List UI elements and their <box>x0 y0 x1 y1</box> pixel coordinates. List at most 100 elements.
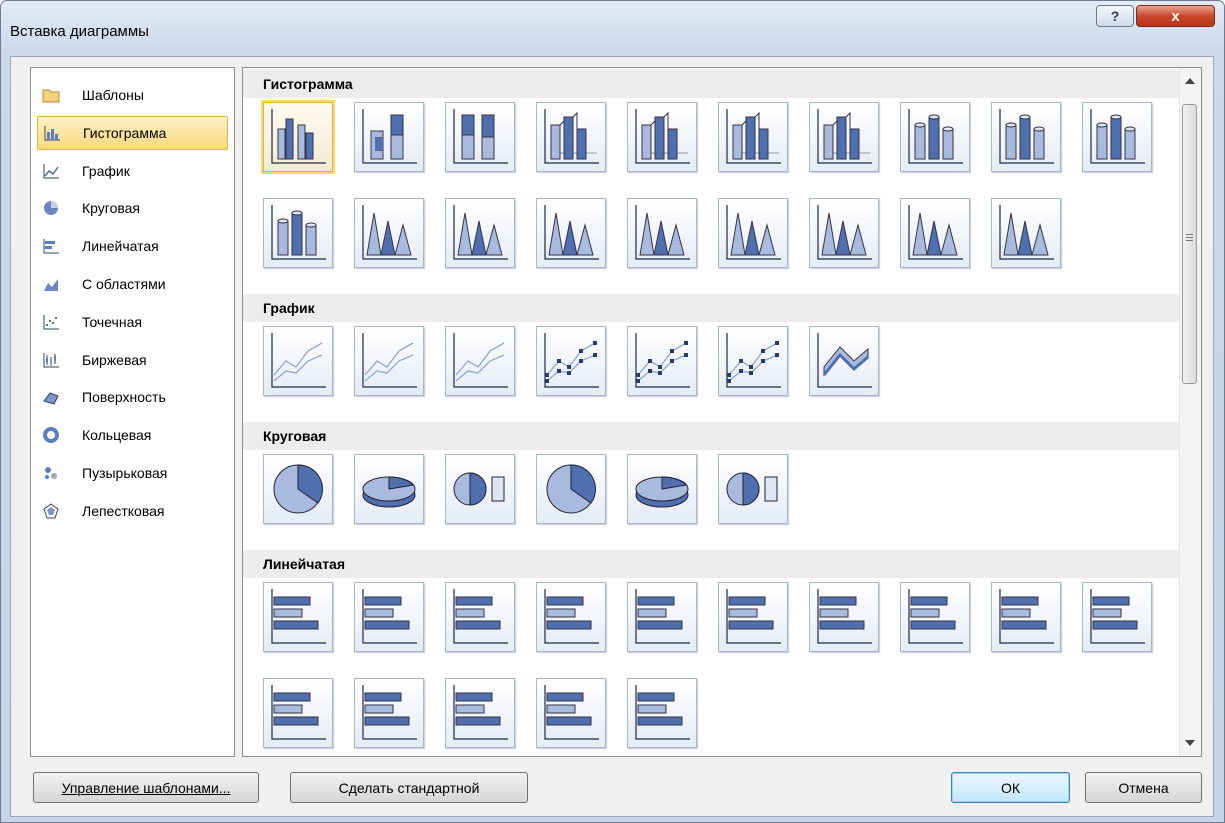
stacked-line-with-markers-chart-type[interactable] <box>627 326 697 396</box>
gallery-section-header: График <box>243 294 1181 322</box>
stacked-cone-chart-type[interactable] <box>445 198 515 268</box>
stacked-horizontal-pyramid-chart-type[interactable] <box>536 678 606 748</box>
category-item[interactable]: Линейчатая <box>37 229 228 263</box>
100-stacked-cone-icon <box>544 205 599 260</box>
100-stacked-cylinder-chart-type[interactable] <box>1082 102 1152 172</box>
category-item[interactable]: Кольцевая <box>37 418 228 452</box>
line-with-markers-chart-type[interactable] <box>536 326 606 396</box>
clustered-horizontal-pyramid-chart-type[interactable] <box>445 678 515 748</box>
3d-100-stacked-bar-chart-type[interactable] <box>718 582 788 652</box>
scroll-up-arrow-icon[interactable] <box>1185 78 1195 84</box>
3d-clustered-bar-icon <box>544 589 599 644</box>
100-stacked-horizontal-cylinder-chart-type[interactable] <box>991 582 1061 652</box>
set-default-button[interactable]: Сделать стандартной <box>290 772 528 803</box>
3d-pyramid-chart-type[interactable] <box>991 198 1061 268</box>
category-item[interactable]: График <box>37 154 228 188</box>
category-label: Поверхность <box>82 389 166 406</box>
stacked-line-chart-type[interactable] <box>354 326 424 396</box>
100-stacked-bar-icon <box>453 589 508 644</box>
pie-chart-type[interactable] <box>263 454 333 524</box>
help-icon: ? <box>1110 8 1120 24</box>
clustered-horizontal-cone-chart-type[interactable] <box>1082 582 1152 652</box>
exploded-pie-chart-type[interactable] <box>536 454 606 524</box>
3d-100-stacked-column-chart-type[interactable] <box>718 102 788 172</box>
insert-chart-dialog: Вставка диаграммы ? x Шаблоны Гистограмма… <box>0 0 1225 823</box>
3d-line-chart-type[interactable] <box>809 326 879 396</box>
3d-stacked-column-chart-type[interactable] <box>627 102 697 172</box>
stacked-column-chart-type[interactable] <box>354 102 424 172</box>
3d-cylinder-icon <box>271 205 326 260</box>
category-item[interactable]: С областями <box>37 267 228 301</box>
help-button[interactable]: ? <box>1096 5 1134 27</box>
line-chart-type[interactable] <box>263 326 333 396</box>
3d-cylinder-chart-type[interactable] <box>263 198 333 268</box>
clustered-horizontal-cylinder-icon <box>817 589 872 644</box>
clustered-bar-chart-type[interactable] <box>263 582 333 652</box>
stacked-bar-chart-type[interactable] <box>354 582 424 652</box>
bubble-chart-icon <box>42 465 60 481</box>
category-item[interactable]: Круговая <box>37 191 228 225</box>
3d-clustered-bar-chart-type[interactable] <box>536 582 606 652</box>
stacked-horizontal-cone-icon <box>271 685 326 740</box>
clustered-column-chart-type[interactable] <box>263 102 333 172</box>
ok-button[interactable]: ОК <box>951 772 1070 803</box>
line-chart-icon <box>42 163 60 179</box>
scroll-thumb[interactable] <box>1182 104 1197 384</box>
stacked-cylinder-chart-type[interactable] <box>991 102 1061 172</box>
category-item[interactable]: Точечная <box>37 305 228 339</box>
close-button[interactable]: x <box>1136 5 1215 27</box>
title-bar[interactable]: Вставка диаграммы ? x <box>1 1 1224 63</box>
category-item[interactable]: Гистограмма <box>37 115 228 150</box>
gallery-scrollbar[interactable] <box>1179 68 1201 756</box>
category-item[interactable]: Поверхность <box>37 380 228 414</box>
bar-of-pie-chart-type[interactable] <box>718 454 788 524</box>
100-stacked-pyramid-icon <box>908 205 963 260</box>
category-item[interactable]: Пузырьковая <box>37 456 228 490</box>
stacked-pyramid-chart-type[interactable] <box>809 198 879 268</box>
100-stacked-horizontal-cone-chart-type[interactable] <box>354 678 424 748</box>
clustered-pyramid-chart-type[interactable] <box>718 198 788 268</box>
100-stacked-line-with-markers-chart-type[interactable] <box>718 326 788 396</box>
3d-cone-chart-type[interactable] <box>627 198 697 268</box>
100-stacked-column-chart-type[interactable] <box>445 102 515 172</box>
pie-chart-icon <box>42 200 60 216</box>
3d-line-icon <box>817 333 872 388</box>
clustered-cylinder-chart-type[interactable] <box>900 102 970 172</box>
clustered-horizontal-cylinder-chart-type[interactable] <box>809 582 879 652</box>
100-stacked-horizontal-pyramid-chart-type[interactable] <box>627 678 697 748</box>
category-item[interactable]: Лепестковая <box>37 494 228 528</box>
stacked-column-icon <box>362 109 417 164</box>
bar-of-pie-icon <box>726 472 778 506</box>
100-stacked-cone-chart-type[interactable] <box>536 198 606 268</box>
3d-clustered-column-chart-type[interactable] <box>536 102 606 172</box>
manage-templates-button[interactable]: Управление шаблонами... <box>33 772 259 803</box>
category-item[interactable]: Шаблоны <box>37 78 228 112</box>
chart-type-gallery: ГистограммаГрафикКруговаяЛинейчатаяС обл… <box>242 67 1202 757</box>
stacked-horizontal-cylinder-chart-type[interactable] <box>900 582 970 652</box>
3d-column-chart-type[interactable] <box>809 102 879 172</box>
3d-stacked-bar-chart-type[interactable] <box>627 582 697 652</box>
pie-of-pie-chart-type[interactable] <box>445 454 515 524</box>
100-stacked-pyramid-chart-type[interactable] <box>900 198 970 268</box>
100-stacked-line-chart-type[interactable] <box>445 326 515 396</box>
3d-stacked-column-icon <box>635 109 690 164</box>
scroll-down-arrow-icon[interactable] <box>1185 740 1195 746</box>
window-title: Вставка диаграммы <box>10 23 149 40</box>
bar-chart-icon <box>42 238 60 254</box>
category-item[interactable]: Биржевая <box>37 343 228 377</box>
exploded-3d-pie-chart-type[interactable] <box>627 454 697 524</box>
clustered-cylinder-icon <box>908 109 963 164</box>
100-stacked-line-icon <box>453 333 508 388</box>
3d-pie-chart-type[interactable] <box>354 454 424 524</box>
100-stacked-bar-chart-type[interactable] <box>445 582 515 652</box>
stacked-horizontal-pyramid-icon <box>544 685 599 740</box>
category-label: Точечная <box>82 313 142 330</box>
clustered-cone-chart-type[interactable] <box>354 198 424 268</box>
cancel-button[interactable]: Отмена <box>1085 772 1202 803</box>
stacked-horizontal-cone-chart-type[interactable] <box>263 678 333 748</box>
doughnut-chart-icon <box>42 427 60 444</box>
close-icon: x <box>1171 7 1180 25</box>
stacked-line-icon <box>362 333 417 388</box>
line-with-markers-icon <box>544 333 599 388</box>
category-label: Лепестковая <box>82 502 165 519</box>
